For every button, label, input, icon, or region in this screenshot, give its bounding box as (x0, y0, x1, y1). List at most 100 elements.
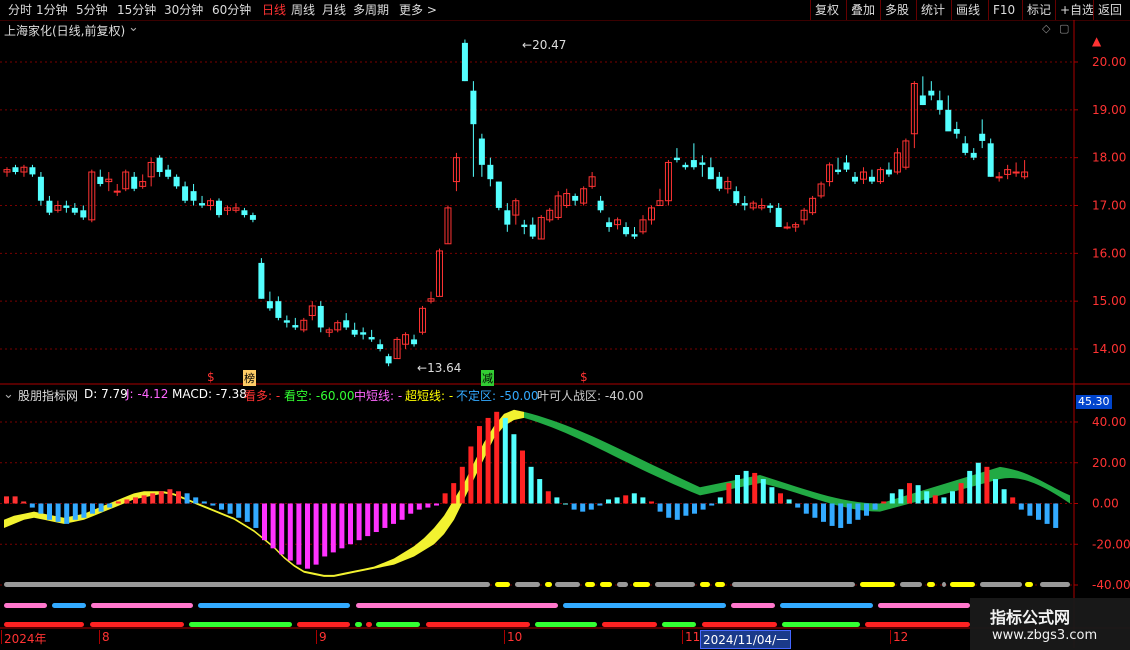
window-icon[interactable]: ▢ (1059, 22, 1069, 35)
histogram-bar (107, 503, 113, 508)
date-axis-tick (890, 630, 891, 644)
candle-body (783, 226, 791, 229)
status-strip-segment (4, 622, 84, 627)
period-tab-1[interactable]: 1分钟 (36, 2, 68, 18)
candle-body (258, 262, 265, 299)
candle-body (707, 167, 714, 180)
status-strip-segment (555, 582, 580, 587)
period-tab-6[interactable]: 日线 (262, 2, 286, 18)
toolbar-button-1[interactable]: 叠加 (846, 0, 879, 20)
status-strip-segment (189, 622, 292, 627)
toolbar-button-8[interactable]: 返回 (1093, 0, 1126, 20)
candle-body (487, 164, 494, 180)
status-strip-segment (90, 622, 184, 627)
period-tab-3[interactable]: 15分钟 (117, 2, 156, 18)
status-strip-segment (633, 582, 650, 587)
histogram-bar (176, 491, 181, 504)
histogram-bar (1010, 497, 1016, 504)
histogram-bar (674, 503, 680, 520)
toolbar-button-5[interactable]: F10 (988, 0, 1019, 20)
toolbar-button-2[interactable]: 多股 (880, 0, 913, 20)
status-strip-segment (731, 603, 775, 608)
period-tab-10[interactable]: 更多 > (399, 2, 437, 18)
candle-body (216, 200, 222, 216)
histogram-bar (735, 474, 740, 504)
histogram-bar (167, 489, 173, 504)
watermark-url: www.zbgs3.com (992, 628, 1098, 643)
toolbar-button-6[interactable]: 标记 (1022, 0, 1055, 20)
candle-body (241, 210, 248, 216)
toolbar-button-7[interactable]: +自选 (1055, 0, 1098, 20)
status-strip-segment (4, 603, 47, 608)
histogram-bar (958, 483, 964, 504)
diamond-icon[interactable]: ◇ (1042, 22, 1050, 35)
histogram-bar (993, 479, 998, 504)
histogram-bar (511, 434, 517, 504)
candle-body (504, 210, 511, 225)
status-strip-segment (942, 582, 946, 587)
candle-body (690, 160, 697, 168)
histogram-bar (623, 495, 629, 504)
candle-body (275, 301, 282, 318)
histogram-bar (29, 503, 35, 508)
scroll-up-arrow[interactable]: ▲ (1092, 34, 1101, 48)
candle-body (249, 215, 256, 220)
period-tab-9[interactable]: 多周期 (353, 2, 389, 18)
candle-body (606, 222, 613, 228)
histogram-bar (520, 450, 525, 504)
histogram-bar (21, 501, 27, 504)
histogram-bar (55, 503, 61, 522)
period-tab-7[interactable]: 周线 (291, 2, 315, 18)
histogram-bar (769, 487, 775, 504)
histogram-bar (296, 503, 302, 565)
period-tab-4[interactable]: 30分钟 (164, 2, 203, 18)
histogram-bar (219, 503, 224, 510)
histogram-bar (81, 503, 87, 518)
candle-body (411, 339, 418, 345)
candle-body (165, 169, 172, 177)
candle-body (461, 42, 468, 82)
candle-body (843, 162, 850, 170)
candle-body (80, 210, 87, 218)
period-tab-5[interactable]: 60分钟 (212, 2, 251, 18)
candle-body (852, 176, 858, 182)
histogram-bar (881, 501, 887, 504)
indicator-dropdown-icon[interactable]: ⌄ (3, 387, 14, 402)
candle-body (631, 234, 638, 237)
candle-body (71, 207, 78, 213)
date-axis-tick (504, 630, 505, 644)
candle-body (868, 176, 875, 182)
candlestick-series (3, 39, 1029, 367)
histogram-bar (322, 503, 328, 557)
low-price-label: ←13.64 (417, 361, 462, 375)
toolbar-button-3[interactable]: 统计 (916, 0, 949, 20)
histogram-bar (253, 503, 259, 528)
histogram-bar (236, 503, 242, 518)
histogram-bar (150, 493, 156, 504)
histogram-bar (597, 503, 603, 506)
histogram-bar (915, 485, 921, 504)
toolbar-button-4[interactable]: 画线 (951, 0, 984, 20)
histogram-bar (90, 503, 95, 514)
toolbar-button-0[interactable]: 复权 (810, 0, 843, 20)
histogram-bar (803, 503, 809, 514)
histogram-bar (984, 466, 990, 504)
histogram-bar (950, 491, 955, 504)
histogram-bar (158, 491, 164, 504)
histogram-bar (287, 503, 293, 561)
status-strip-segment (91, 603, 193, 608)
indicator-tick-label: -20.00 (1092, 537, 1130, 551)
title-dropdown-icon[interactable]: ⌄ (128, 20, 139, 35)
histogram-bar (47, 503, 52, 520)
period-tab-2[interactable]: 5分钟 (76, 2, 108, 18)
period-tab-0[interactable]: 分时 (8, 2, 32, 18)
indicator-name: 股朋指标网 (18, 389, 79, 403)
jian-marker: 减 (481, 370, 494, 386)
histogram-bar (356, 503, 362, 541)
period-tab-8[interactable]: 月线 (322, 2, 346, 18)
histogram-bar (477, 426, 482, 504)
histogram-bar (38, 503, 44, 514)
chart-area[interactable]: 20.00 19.00 18.00 17.00 16.00 15.00 14.00 40.00… (0, 20, 1130, 650)
status-strip-segment (617, 582, 628, 587)
price-tick-label: 20.00 (1092, 55, 1126, 69)
